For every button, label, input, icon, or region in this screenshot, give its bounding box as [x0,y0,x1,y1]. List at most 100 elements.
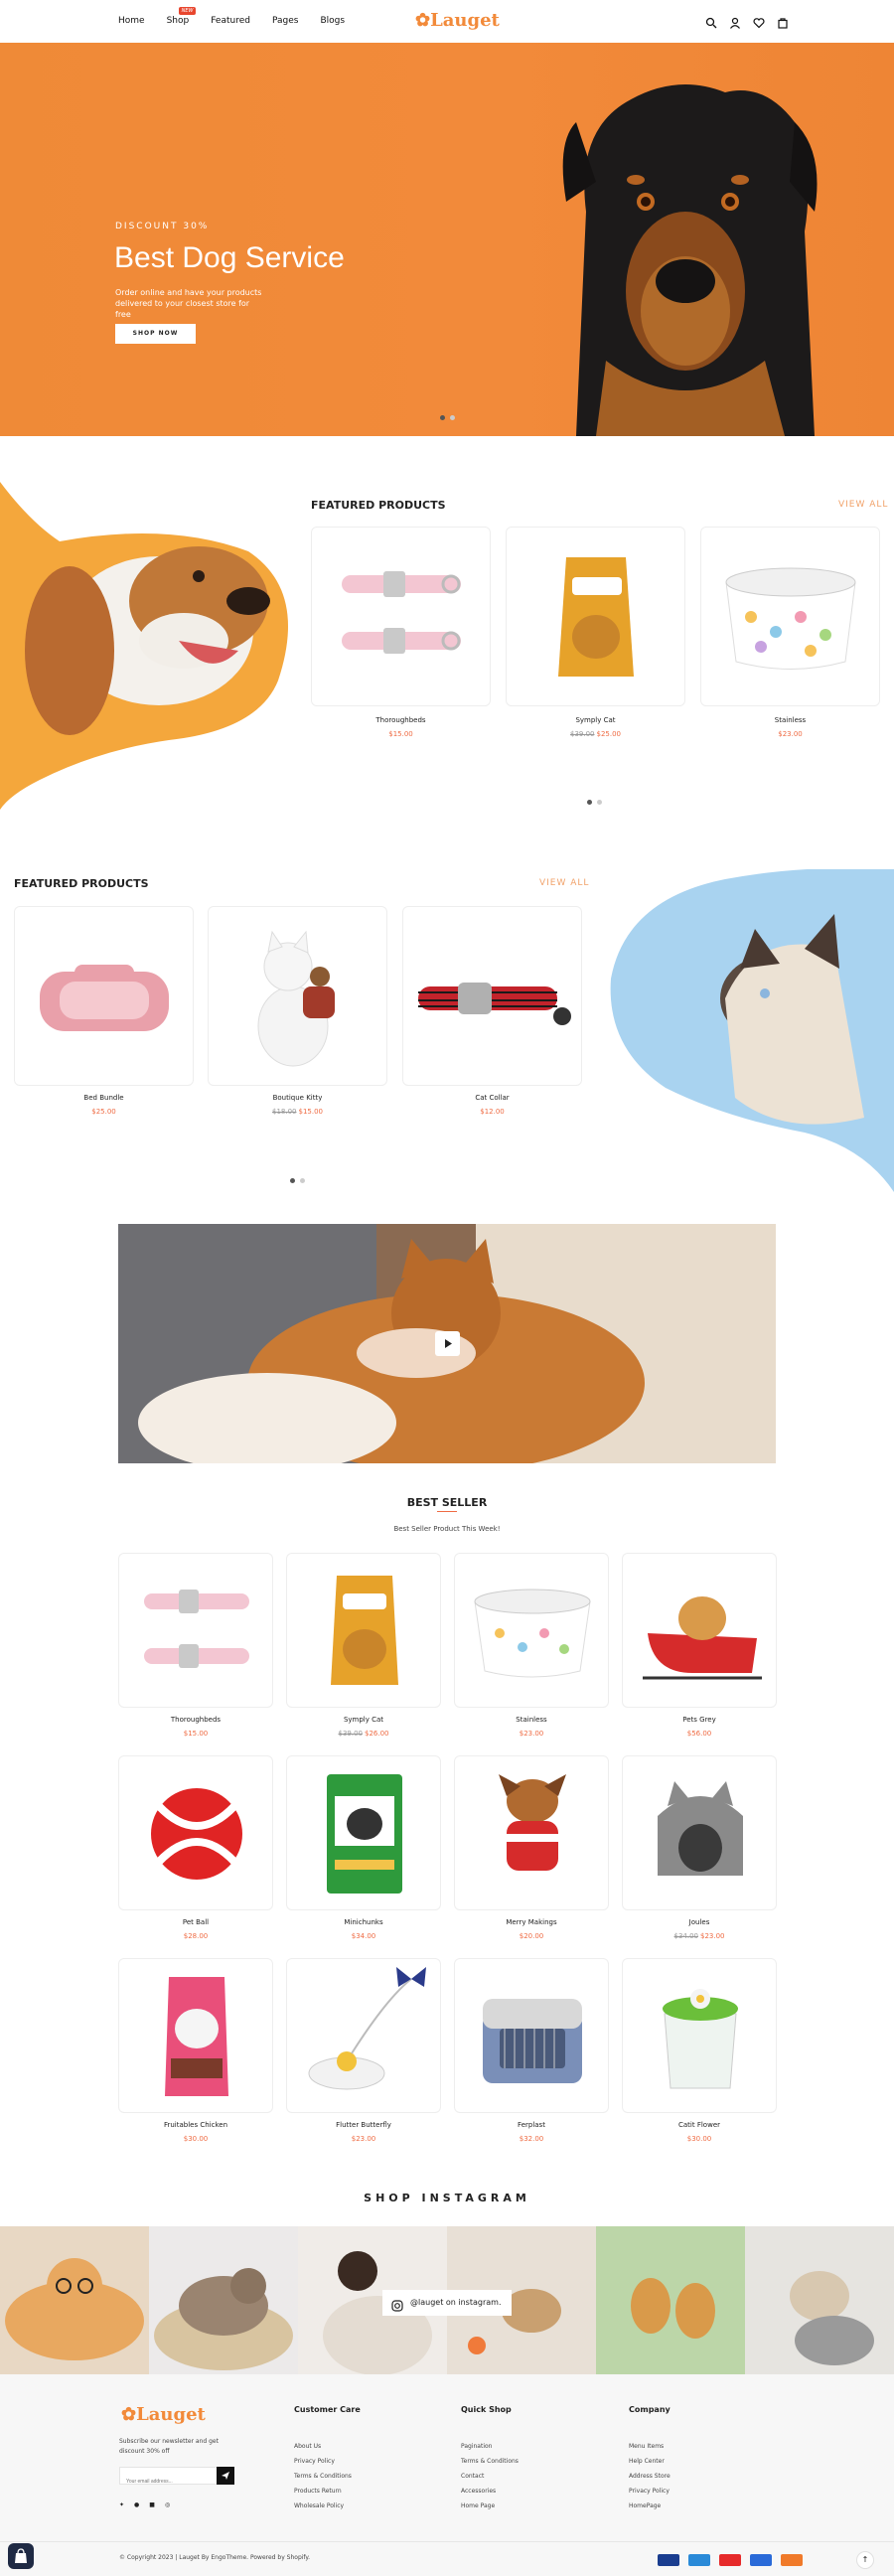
footer-link[interactable]: Menu Items [629,2443,664,2450]
instagram-photo[interactable] [149,2226,298,2375]
price: $30.00 [686,2135,712,2143]
footer-link[interactable]: Terms & Conditions [461,2458,519,2465]
slider-dot[interactable] [290,1178,295,1183]
instagram-photo[interactable] [0,2226,149,2375]
instagram-handle-badge[interactable]: @lauget on instagram. [382,2290,512,2316]
product-name[interactable]: Stainless [700,716,880,724]
twitter-icon[interactable]: ✦ [119,2501,124,2508]
product-card[interactable] [286,1755,441,1910]
footer-link[interactable]: HomePage [629,2502,661,2509]
footer-link[interactable]: Wholesale Policy [294,2502,344,2509]
corgis-photo [631,2278,715,2339]
product-card[interactable] [311,527,491,706]
hero-title: Best Dog Service [114,241,345,274]
instagram-icon [391,2297,403,2323]
pinterest-icon[interactable]: ● [134,2501,139,2508]
instagram-photo[interactable] [596,2226,745,2375]
product-name[interactable]: Thoroughbeds [118,1716,273,1724]
product-name[interactable]: Bed Bundle [14,1094,194,1102]
product-name[interactable]: Fruitables Chicken [118,2121,273,2129]
cart-icon[interactable] [777,14,789,29]
slider-dot[interactable] [587,800,592,805]
product-card[interactable] [622,1755,777,1910]
footer-link[interactable]: Privacy Policy [294,2458,335,2465]
product-name[interactable]: Stainless [454,1716,609,1724]
product-card[interactable] [700,527,880,706]
footer-link[interactable]: Address Store [629,2473,670,2480]
back-to-top-button[interactable]: ↑ [856,2551,874,2569]
product-card[interactable] [402,906,582,1086]
shop-now-button[interactable]: SHOP NOW [115,324,196,344]
footer-logo[interactable]: ✿Lauget [121,2404,206,2425]
slider-dot[interactable] [597,800,602,805]
search-icon[interactable] [705,14,717,29]
footer-link[interactable]: Home Page [461,2502,495,2509]
hero-banner: DISCOUNT 30% Best Dog Service Order onli… [0,43,894,436]
product-card[interactable] [208,906,387,1086]
product-name[interactable]: Joules [622,1918,777,1926]
view-all-link[interactable]: VIEW ALL [539,878,589,888]
product-name[interactable]: Flutter Butterfly [286,2121,441,2129]
footer-link[interactable]: Help Center [629,2458,665,2465]
site-logo[interactable]: ✿Lauget [415,10,500,31]
instagram-icon[interactable]: ◎ [165,2501,170,2508]
product-name[interactable]: Pet Ball [118,1918,273,1926]
play-button[interactable] [435,1331,460,1356]
product-card[interactable] [118,1755,273,1910]
cat-blob-image [610,869,894,1192]
pet-carrier-image [483,1999,582,2083]
product-name[interactable]: Catit Flower [622,2121,777,2129]
account-icon[interactable] [729,14,741,29]
footer-link[interactable]: About Us [294,2443,321,2450]
product-card[interactable] [454,1553,609,1708]
nav-home[interactable]: Home [118,16,145,26]
instagram-photo[interactable] [745,2226,894,2375]
price: $34.00 [351,1932,376,1940]
footer-link[interactable]: Contact [461,2473,484,2480]
product-price: $25.00 [14,1108,194,1116]
product-card[interactable] [118,1553,273,1708]
product-name[interactable]: Symply Cat [286,1716,441,1724]
product-card[interactable] [14,906,194,1086]
nav-featured[interactable]: Featured [211,16,250,26]
product-name[interactable]: Ferplast [454,2121,609,2129]
footer-link[interactable]: Terms & Conditions [294,2473,352,2480]
product-card[interactable] [622,1958,777,2113]
footer-link[interactable]: Pagination [461,2443,492,2450]
nav-pages[interactable]: Pages [272,16,298,26]
video-banner[interactable] [118,1224,776,1463]
nav-shop[interactable]: Shop NEW [167,7,197,26]
product-card[interactable] [622,1553,777,1708]
wishlist-icon[interactable] [753,14,765,29]
bestseller-subtitle: Best Seller Product This Week! [393,1525,501,1533]
footer-link[interactable]: Privacy Policy [629,2488,670,2495]
product-card[interactable] [454,1958,609,2113]
product-card[interactable] [286,1958,441,2113]
price: $20.00 [519,1932,544,1940]
product-name[interactable]: Minichunks [286,1918,441,1926]
new-badge: NEW [178,7,197,15]
slider-dot[interactable] [300,1178,305,1183]
product-name[interactable]: Cat Collar [402,1094,582,1102]
product-name[interactable]: Thoroughbeds [311,716,491,724]
product-name[interactable]: Boutique Kitty [208,1094,387,1102]
product-name[interactable]: Symply Cat [506,716,685,724]
product-card[interactable] [506,527,685,706]
view-all-link[interactable]: VIEW ALL [838,500,888,510]
product-name[interactable]: Pets Grey [622,1716,777,1724]
slider-dot[interactable] [440,415,445,420]
behance-icon[interactable]: ■ [149,2501,155,2508]
slider-dot[interactable] [450,415,455,420]
cat-food-bag-image [331,1576,398,1685]
shopify-badge[interactable] [8,2543,34,2569]
product-name[interactable]: Merry Makings [454,1918,609,1926]
nav-blogs[interactable]: Blogs [320,16,345,26]
subscribe-button[interactable] [217,2467,234,2485]
price: $26.00 [365,1730,389,1738]
footer-link[interactable]: Accessories [461,2488,496,2495]
email-field[interactable] [120,2474,215,2490]
product-card[interactable] [286,1553,441,1708]
footer-link[interactable]: Products Return [294,2488,342,2495]
product-card[interactable] [454,1755,609,1910]
product-card[interactable] [118,1958,273,2113]
